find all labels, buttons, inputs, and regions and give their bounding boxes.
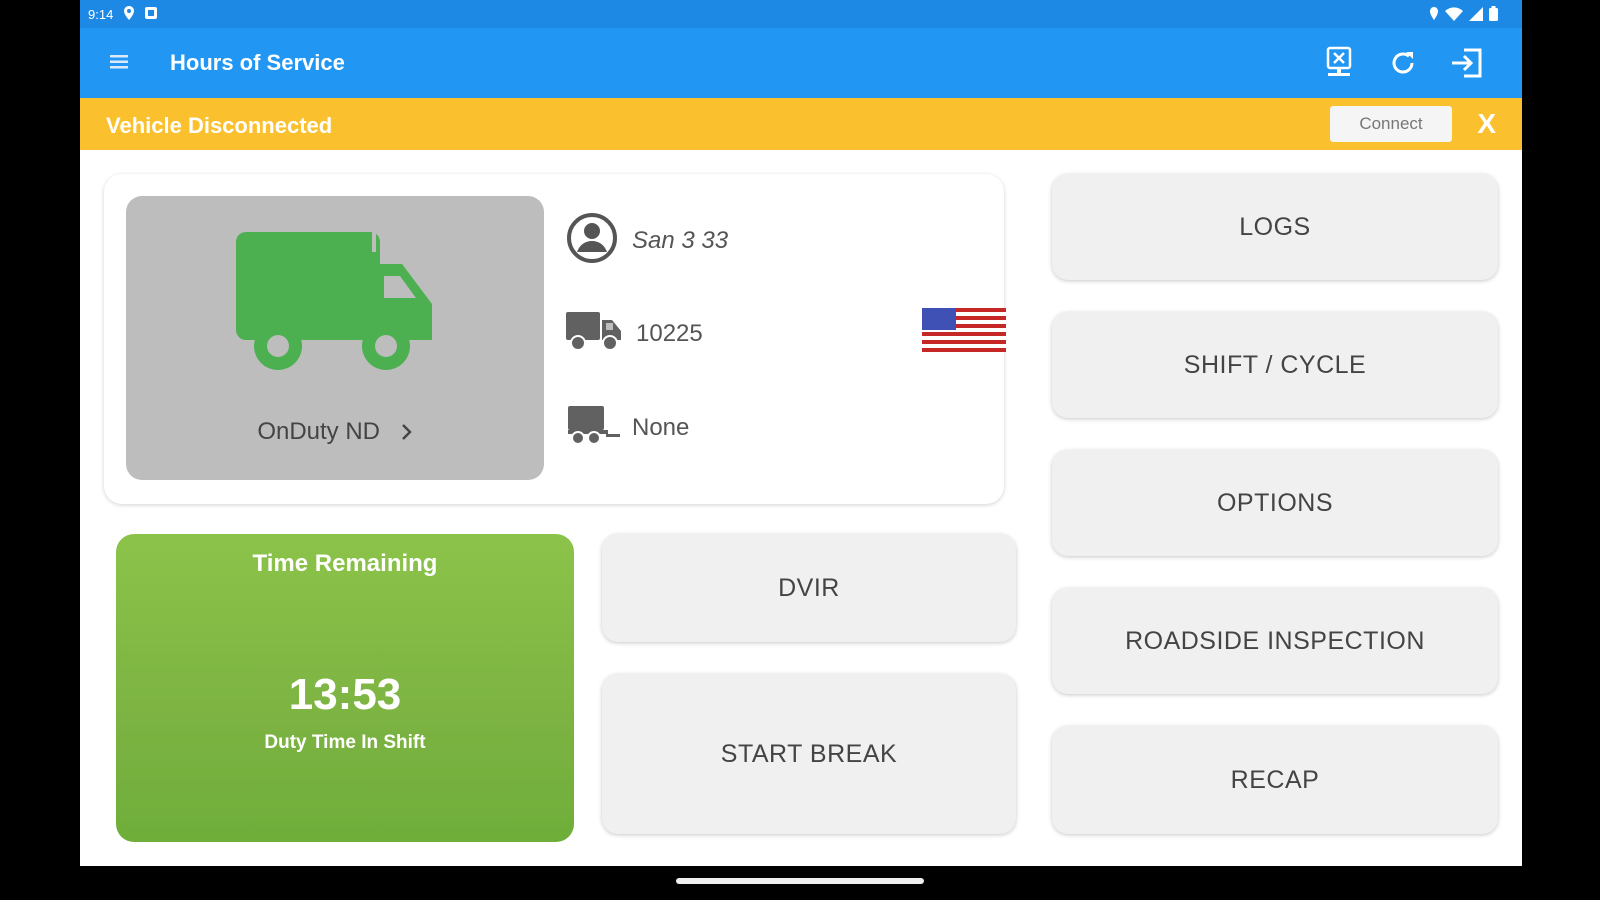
menu-icon[interactable] [108, 50, 132, 74]
navigation-handle[interactable] [676, 878, 924, 884]
driver-row: San 3 33 [566, 212, 728, 269]
location-icon [123, 6, 135, 23]
recap-button[interactable]: RECAP [1052, 726, 1498, 834]
time-remaining-value: 13:53 [288, 670, 402, 719]
time-remaining-subtitle: Duty Time In Shift [264, 732, 426, 753]
device-screen: 9:14 Hours of Service Vehicle Disconnect… [80, 0, 1522, 866]
duty-status-label: OnDuty ND [126, 418, 544, 446]
time-remaining-tile[interactable]: Time Remaining 13:53 Duty Time In Shift [116, 534, 574, 842]
page-title: Hours of Service [170, 50, 345, 75]
status-bar: 9:14 [80, 0, 1522, 28]
wifi-icon [1445, 6, 1463, 24]
notification-icon [145, 7, 158, 22]
battery-icon [1489, 6, 1498, 24]
banner-message: Vehicle Disconnected [106, 113, 333, 138]
trailer-row: None [566, 404, 689, 451]
dvir-button[interactable]: DVIR [602, 534, 1016, 642]
logs-button[interactable]: LOGS [1052, 174, 1498, 280]
shift-cycle-button[interactable]: SHIFT / CYCLE [1052, 312, 1498, 418]
connect-button[interactable]: Connect [1330, 106, 1452, 142]
vehicle-id: 10225 [636, 319, 703, 347]
trailer-value: None [632, 413, 690, 441]
vehicle-disconnected-banner: Vehicle Disconnected Connect X [80, 98, 1522, 150]
roadside-inspection-button[interactable]: ROADSIDE INSPECTION [1052, 588, 1498, 694]
driver-avatar-icon [566, 212, 618, 269]
eld-device-icon[interactable] [1320, 44, 1358, 82]
options-button[interactable]: OPTIONS [1052, 450, 1498, 556]
signal-icon [1469, 6, 1483, 24]
driver-info-card: OnDuty ND San 3 33 10225 None [104, 174, 1006, 504]
time-remaining-title: Time Remaining [252, 550, 438, 577]
driver-name: San 3 33 [632, 226, 729, 254]
duty-status-button[interactable]: OnDuty ND [126, 196, 544, 480]
duty-status-text: OnDuty ND [257, 418, 381, 445]
trailer-icon [566, 404, 622, 451]
start-break-button[interactable]: START BREAK [602, 674, 1016, 834]
vehicle-row: 10225 [566, 310, 703, 357]
chevron-right-icon [401, 418, 413, 445]
refresh-icon[interactable] [1384, 44, 1422, 82]
status-time: 9:14 [88, 7, 114, 22]
vehicle-icon [566, 310, 622, 357]
app-bar: Hours of Service [80, 28, 1522, 98]
us-flag-icon [922, 308, 1006, 357]
close-banner-button[interactable]: X [1477, 108, 1496, 140]
location-small-icon [1429, 6, 1439, 24]
truck-icon [234, 228, 434, 383]
logout-icon[interactable] [1448, 44, 1486, 82]
